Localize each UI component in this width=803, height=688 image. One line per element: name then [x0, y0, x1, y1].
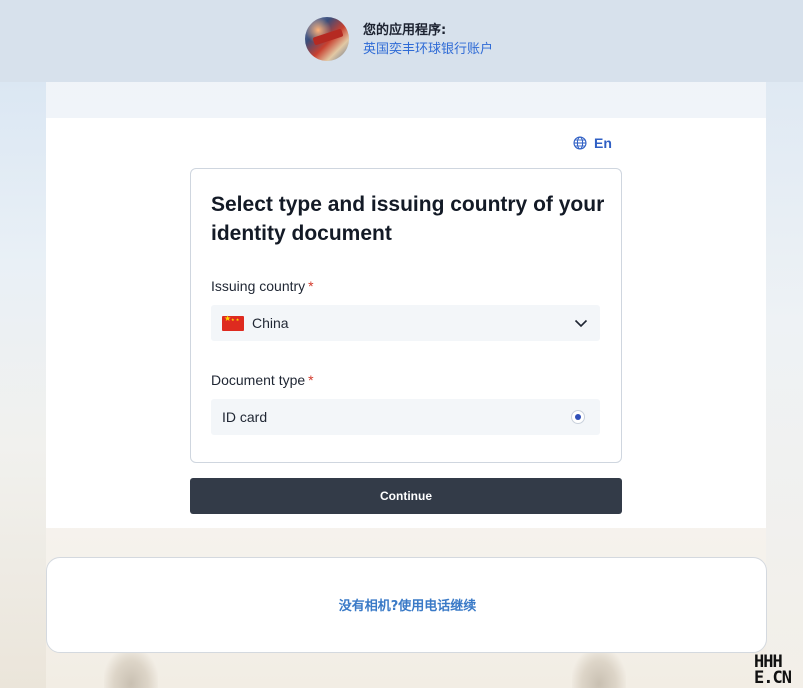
- globe-icon: [573, 136, 587, 150]
- background-lamp-left: [104, 648, 158, 688]
- app-avatar: [305, 17, 349, 61]
- app-header: 您的应用程序: 英国奕丰环球银行账户: [0, 0, 803, 82]
- document-type-label: Document type *: [211, 372, 314, 388]
- language-label: En: [594, 135, 612, 151]
- issuing-country-label-text: Issuing country: [211, 278, 306, 294]
- continue-button[interactable]: Continue: [190, 478, 622, 514]
- required-mark: *: [308, 278, 314, 294]
- app-name: 英国奕丰环球银行账户: [363, 42, 494, 57]
- required-mark: *: [308, 372, 314, 388]
- issuing-country-label: Issuing country *: [211, 278, 314, 294]
- background-right: [766, 82, 803, 688]
- document-type-radio[interactable]: [571, 410, 585, 424]
- background-lamp-right: [572, 648, 626, 688]
- background-left: [0, 82, 46, 688]
- app-label: 您的应用程序:: [363, 23, 447, 38]
- chevron-down-icon: [574, 319, 588, 328]
- document-type-option[interactable]: ID card: [211, 399, 600, 435]
- form-title: Select type and issuing country of your …: [211, 193, 605, 245]
- language-switcher[interactable]: En: [573, 135, 612, 151]
- continue-with-phone-link[interactable]: 没有相机?使用电话继续: [47, 595, 768, 614]
- issuing-country-select[interactable]: China: [211, 305, 600, 341]
- china-flag-icon: [222, 314, 244, 331]
- document-type-label-text: Document type: [211, 372, 306, 388]
- document-type-value: ID card: [222, 409, 268, 425]
- phone-alternative-card: 没有相机?使用电话继续: [46, 557, 767, 653]
- watermark-logo: HHH E.CN: [754, 654, 803, 688]
- issuing-country-value: China: [252, 315, 289, 331]
- watermark-line-2: E.CN: [754, 668, 792, 688]
